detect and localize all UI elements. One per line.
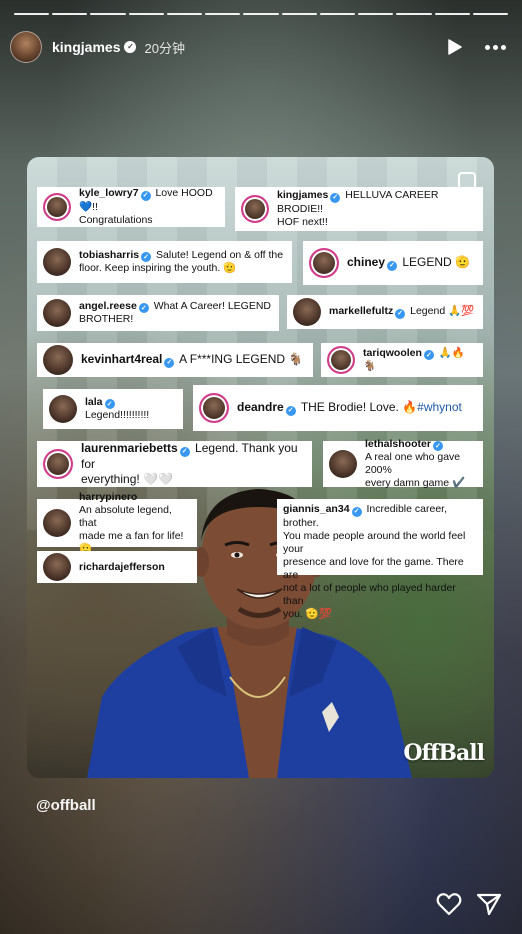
verified-badge-icon: ✓ bbox=[179, 446, 190, 457]
progress-segment bbox=[205, 13, 241, 15]
comment-card: laurenmariebetts ✓ Legend. Thank you for … bbox=[37, 441, 312, 487]
story-timestamp: 20分钟 bbox=[144, 40, 185, 56]
more-options-button[interactable] bbox=[483, 39, 508, 56]
verified-badge-icon: ✓ bbox=[140, 190, 151, 201]
comment-card: kyle_lowry7 ✓ Love HOOD💙!! Congratulation… bbox=[37, 187, 225, 227]
comment-card: kevinhart4real ✓ A F***ING LEGEND 🐐 bbox=[37, 343, 313, 377]
comment-avatar bbox=[43, 345, 73, 375]
send-icon bbox=[476, 893, 502, 916]
comment-avatar bbox=[43, 553, 71, 581]
comment-avatar bbox=[49, 395, 77, 423]
verified-badge-icon: ✓ bbox=[432, 441, 443, 452]
comment-avatar bbox=[199, 393, 229, 423]
comment-card: richardajefferson bbox=[37, 551, 197, 583]
progress-segment bbox=[52, 13, 88, 15]
heart-icon bbox=[436, 893, 462, 916]
progress-segment bbox=[434, 13, 470, 15]
comment-card: deandre ✓ THE Brodie! Love. 🔥#whynot bbox=[193, 385, 483, 431]
comment-avatar bbox=[309, 248, 339, 278]
comment-avatar bbox=[293, 298, 321, 326]
play-icon bbox=[448, 39, 462, 55]
comment-card: harrypinero An absolute legend, that mad… bbox=[37, 491, 197, 555]
comment-avatar bbox=[43, 449, 73, 479]
comment-avatar bbox=[43, 299, 71, 327]
comment-card: tobiasharris ✓ Salute! Legend on & off th… bbox=[37, 241, 292, 283]
comment-card: tariqwoolen ✓ 🙏🔥🐐 bbox=[321, 343, 483, 377]
comment-card: lala ✓ Legend!!!!!!!!!! bbox=[43, 389, 183, 429]
progress-segment bbox=[472, 13, 509, 15]
comment-avatar bbox=[43, 509, 71, 537]
like-button[interactable] bbox=[436, 892, 462, 916]
story-username[interactable]: kingjames bbox=[52, 39, 120, 55]
progress-segment bbox=[14, 13, 50, 15]
verified-badge-icon: ✓ bbox=[124, 41, 137, 53]
play-button[interactable] bbox=[445, 37, 465, 57]
progress-segment bbox=[319, 13, 356, 15]
mention-sticker[interactable]: @offball bbox=[36, 797, 96, 814]
progress-segment bbox=[358, 13, 394, 15]
comment-card: chiney ✓ LEGEND 🫡 bbox=[303, 241, 483, 285]
progress-segment bbox=[396, 13, 432, 15]
comment-card: angel.reese ✓ What A Career! LEGEND BROTH… bbox=[37, 295, 279, 331]
progress-segment bbox=[128, 13, 164, 15]
comment-avatar bbox=[329, 450, 357, 478]
verified-badge-icon: ✓ bbox=[395, 308, 406, 319]
verified-badge-icon: ✓ bbox=[141, 252, 152, 263]
verified-badge-icon: ✓ bbox=[330, 192, 341, 203]
verified-badge-icon: ✓ bbox=[285, 405, 296, 416]
shared-post-card[interactable]: kyle_lowry7 ✓ Love HOOD💙!! Congratulation… bbox=[27, 157, 494, 778]
verified-badge-icon: ✓ bbox=[104, 399, 115, 410]
progress-segment bbox=[166, 13, 203, 15]
share-button[interactable] bbox=[476, 892, 502, 916]
comment-avatar bbox=[43, 193, 71, 221]
profile-avatar[interactable] bbox=[10, 31, 42, 63]
progress-segment bbox=[281, 13, 317, 15]
comment-avatar bbox=[327, 346, 355, 374]
comment-card: lethalshooter ✓ A real one who gave 200% … bbox=[323, 438, 483, 489]
more-icon bbox=[485, 44, 490, 50]
story-header: kingjames ✓ 20分钟 bbox=[10, 30, 508, 64]
offball-logo: OffBall bbox=[403, 740, 485, 766]
comment-card: kingjames ✓ HELLUVA CAREER BRODIE!! HOF n… bbox=[235, 187, 483, 231]
comment-card: markellefultz ✓ Legend 🙏💯 bbox=[287, 295, 483, 329]
progress-segment bbox=[243, 13, 279, 15]
comment-avatar bbox=[43, 248, 71, 276]
verified-badge-icon: ✓ bbox=[423, 350, 434, 361]
verified-badge-icon: ✓ bbox=[387, 260, 398, 271]
comment-card: giannis_an34 ✓ Incredible career, brother… bbox=[277, 499, 483, 620]
verified-badge-icon: ✓ bbox=[351, 506, 362, 517]
verified-badge-icon: ✓ bbox=[138, 303, 149, 314]
progress-segment bbox=[90, 13, 126, 15]
story-progress-bar bbox=[14, 13, 509, 15]
verified-badge-icon: ✓ bbox=[164, 357, 175, 368]
comment-avatar bbox=[241, 195, 269, 223]
